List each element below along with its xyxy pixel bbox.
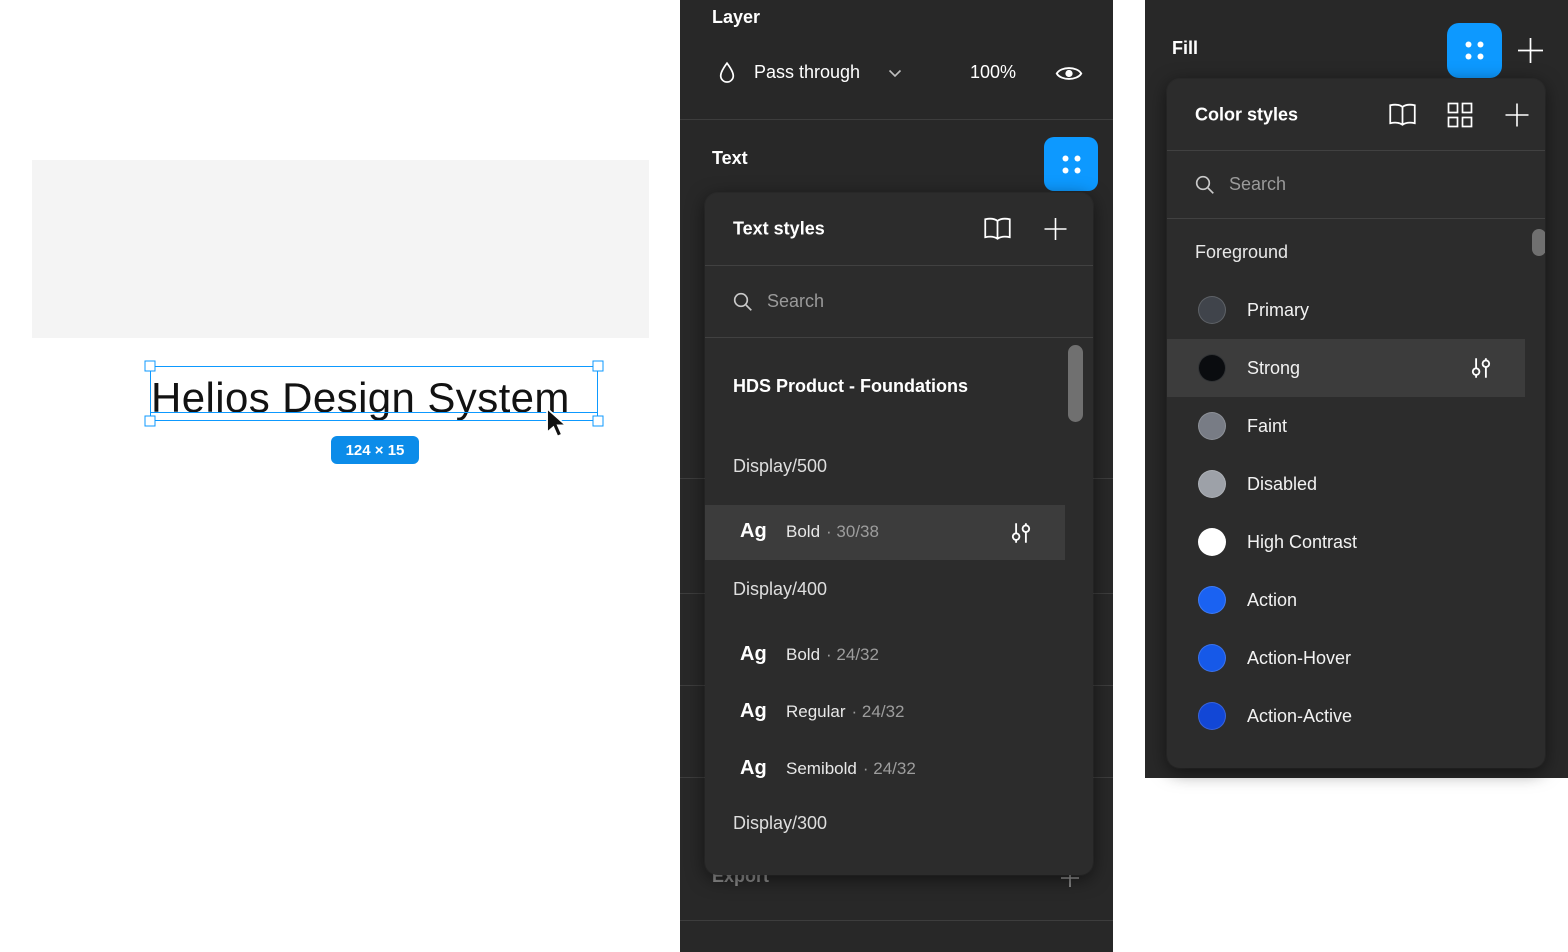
color-style-row[interactable]: Faint <box>1167 397 1525 455</box>
style-weight: Bold <box>786 645 820 664</box>
color-chip <box>1198 470 1226 498</box>
text-style-row[interactable]: Ag Bold · 24/32 <box>705 627 1065 684</box>
style-dots-icon <box>1058 151 1085 178</box>
fill-style-dots-button[interactable] <box>1447 23 1502 78</box>
color-styles-search-input[interactable] <box>1229 151 1479 218</box>
size-badge: 124 × 15 <box>331 436 419 464</box>
text-style-row[interactable]: Ag Regular · 24/32 <box>705 684 1065 741</box>
style-group-display-500: Display/500 <box>733 456 827 477</box>
style-weight: Bold <box>786 522 820 541</box>
visibility-eye-icon[interactable] <box>1055 63 1083 84</box>
library-book-icon[interactable] <box>1389 103 1416 126</box>
color-chip <box>1198 412 1226 440</box>
color-label: High Contrast <box>1247 532 1357 553</box>
color-label: Strong <box>1247 358 1300 379</box>
color-label: Action-Active <box>1247 706 1352 727</box>
cursor-arrow-icon <box>545 407 571 439</box>
text-styles-search-input[interactable] <box>767 266 1017 337</box>
style-detail: · 24/32 <box>863 759 916 778</box>
plus-icon[interactable] <box>1043 217 1068 242</box>
selection-baseline-line <box>150 412 598 413</box>
color-chip <box>1198 586 1226 614</box>
style-group-display-300: Display/300 <box>733 813 827 834</box>
style-detail: · 24/32 <box>852 702 905 721</box>
text-style-row[interactable]: Ag Semibold · 24/32 <box>705 741 1065 798</box>
color-label: Primary <box>1247 300 1309 321</box>
selection-handle-bottom-right[interactable] <box>593 416 604 427</box>
color-style-row[interactable]: Primary <box>1167 281 1525 339</box>
scrollbar-thumb[interactable] <box>1532 229 1545 256</box>
color-style-row-selected[interactable]: Strong <box>1167 339 1525 397</box>
color-styles-popup: Color styles Foreground Primary Strong <box>1167 79 1545 768</box>
color-styles-title: Color styles <box>1195 104 1298 125</box>
style-detail: · 24/32 <box>826 645 879 664</box>
library-name-header: HDS Product - Foundations <box>733 376 968 397</box>
text-section-title: Text <box>712 148 748 169</box>
selection-handle-top-right[interactable] <box>593 361 604 372</box>
design-canvas[interactable]: Helios Design System 124 × 15 <box>32 160 649 338</box>
text-style-dots-button[interactable] <box>1044 137 1098 191</box>
style-detail: · 30/38 <box>826 522 879 541</box>
selection-handle-top-left[interactable] <box>145 361 156 372</box>
blend-mode-droplet-icon <box>716 61 738 87</box>
grid-view-icon[interactable] <box>1447 102 1473 128</box>
style-group-display-400: Display/400 <box>733 579 827 600</box>
style-sample: Ag <box>740 643 767 666</box>
popup-divider <box>1167 218 1545 219</box>
blend-mode-value[interactable]: Pass through <box>754 62 860 83</box>
color-style-row[interactable]: Highlight <box>1167 745 1525 768</box>
library-book-icon[interactable] <box>984 218 1011 241</box>
layer-opacity-value[interactable]: 100% <box>970 62 1016 83</box>
search-icon <box>1195 175 1215 195</box>
color-styles-header: Color styles <box>1167 79 1545 150</box>
chevron-down-icon[interactable] <box>888 69 902 78</box>
style-weight: Semibold <box>786 759 857 778</box>
color-style-row[interactable]: High Contrast <box>1167 513 1525 571</box>
text-style-row-selected[interactable]: Ag Bold · 30/38 <box>705 505 1065 560</box>
color-style-row[interactable]: Action <box>1167 571 1525 629</box>
layer-section-title: Layer <box>712 7 760 28</box>
style-sample: Ag <box>740 520 767 543</box>
text-styles-title: Text styles <box>733 219 825 240</box>
style-sample: Ag <box>740 757 767 780</box>
color-chip <box>1198 354 1226 382</box>
style-dots-icon <box>1461 37 1488 64</box>
color-label: Action-Hover <box>1247 648 1351 669</box>
popup-divider <box>705 337 1093 338</box>
color-chip <box>1198 702 1226 730</box>
color-styles-search-row[interactable] <box>1167 151 1545 218</box>
plus-icon[interactable] <box>1516 36 1545 65</box>
color-group-foreground: Foreground <box>1195 242 1288 263</box>
blend-mode-row[interactable]: Pass through <box>716 61 1086 87</box>
sliders-icon[interactable] <box>1470 357 1492 379</box>
plus-icon[interactable] <box>1504 102 1530 128</box>
text-styles-search-row[interactable] <box>705 266 1093 337</box>
section-divider <box>680 119 1113 120</box>
fill-section-title: Fill <box>1172 38 1198 59</box>
color-style-row[interactable]: Action-Active <box>1167 687 1525 745</box>
color-style-row[interactable]: Action-Hover <box>1167 629 1525 687</box>
text-styles-header: Text styles <box>705 193 1093 265</box>
color-label: Disabled <box>1247 474 1317 495</box>
color-chip <box>1198 296 1226 324</box>
sliders-icon[interactable] <box>1010 522 1032 544</box>
search-icon <box>733 292 753 312</box>
color-chip <box>1198 644 1226 672</box>
style-sample: Ag <box>740 700 767 723</box>
color-label: Action <box>1247 590 1297 611</box>
style-weight: Regular <box>786 702 846 721</box>
text-styles-popup: Text styles HDS Product - Foundations Di… <box>705 193 1093 875</box>
section-divider <box>680 920 1113 921</box>
selection-handle-bottom-left[interactable] <box>145 416 156 427</box>
color-style-row[interactable]: Disabled <box>1167 455 1525 513</box>
color-label: Faint <box>1247 416 1287 437</box>
scrollbar-thumb[interactable] <box>1068 345 1083 422</box>
color-chip <box>1198 528 1226 556</box>
